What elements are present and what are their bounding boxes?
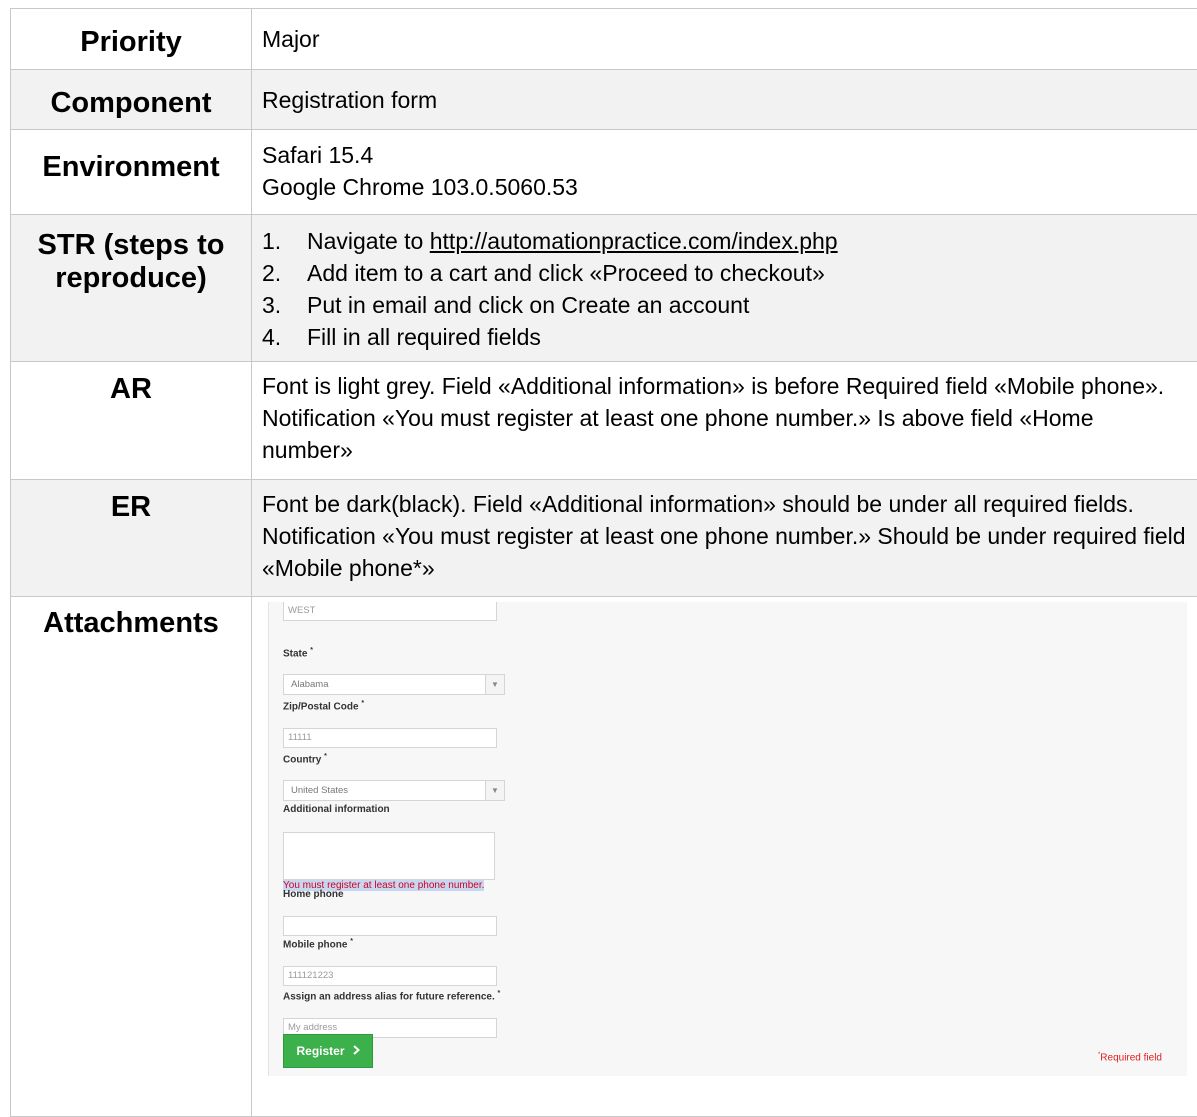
required-asterisk: * xyxy=(310,647,313,654)
component-label-cell: Component xyxy=(11,70,252,130)
step-item: 3.Put in email and click on Create an ac… xyxy=(262,289,1197,321)
alias-group: Assign an address alias for future refer… xyxy=(283,978,500,1038)
register-label: Register xyxy=(296,1035,344,1067)
component-value: Registration form xyxy=(262,70,1197,116)
required-asterisk: * xyxy=(498,990,501,997)
step-number: 1. xyxy=(262,225,307,257)
ar-label-cell: AR xyxy=(11,362,252,480)
alias-label-text: Assign an address alias for future refer… xyxy=(283,991,495,1002)
ar-value: Font is light grey. Field «Additional in… xyxy=(262,362,1197,466)
register-button[interactable]: Register xyxy=(283,1034,373,1068)
attachments-value-cell: WEST State * Alabama ▼ Zip/Postal Code *… xyxy=(252,597,1197,1117)
attachment-screenshot[interactable]: WEST State * Alabama ▼ Zip/Postal Code *… xyxy=(268,602,1187,1076)
step-text: Add item to a cart and click «Proceed to… xyxy=(307,257,825,289)
required-asterisk: * xyxy=(350,938,353,945)
environment-line: Safari 15.4 xyxy=(262,139,1197,171)
state-label: State * xyxy=(283,635,505,670)
site-link[interactable]: http://automationpractice.com/index.php xyxy=(430,228,838,254)
str-label: STR (steps to reproduce) xyxy=(11,215,251,295)
step-item: 1.Navigate to http://automationpractice.… xyxy=(262,225,1197,257)
alias-label: Assign an address alias for future refer… xyxy=(283,978,500,1013)
step-text: Fill in all required fields xyxy=(307,321,541,353)
str-value-cell: 1.Navigate to http://automationpractice.… xyxy=(252,215,1197,362)
er-value: Font be dark(black). Field «Additional i… xyxy=(262,480,1197,584)
zip-label: Zip/Postal Code * xyxy=(283,688,497,723)
environment-label: Environment xyxy=(11,130,251,184)
city-input[interactable]: WEST xyxy=(283,602,497,621)
required-asterisk: * xyxy=(361,700,364,707)
required-asterisk: * xyxy=(324,753,327,760)
attachments-label: Attachments xyxy=(11,597,251,640)
priority-value: Major xyxy=(262,9,1197,55)
ar-label: AR xyxy=(11,362,251,406)
mobile-phone-label-text: Mobile phone xyxy=(283,939,347,950)
zip-field-group: Zip/Postal Code * 11111 xyxy=(283,688,497,748)
step-item: 4.Fill in all required fields xyxy=(262,321,1197,353)
step-item: 2.Add item to a cart and click «Proceed … xyxy=(262,257,1197,289)
steps-list: 1.Navigate to http://automationpractice.… xyxy=(262,215,1197,353)
ar-value-cell: Font is light grey. Field «Additional in… xyxy=(252,362,1197,480)
priority-label-cell: Priority xyxy=(11,9,252,70)
country-field-group: Country * United States ▼ xyxy=(283,741,505,801)
state-label-text: State xyxy=(283,648,307,659)
country-label: Country * xyxy=(283,741,505,776)
country-label-text: Country xyxy=(283,754,321,765)
step-number: 4. xyxy=(262,321,307,353)
mobile-phone-label: Mobile phone * xyxy=(283,926,497,961)
environment-line: Google Chrome 103.0.5060.53 xyxy=(262,171,1197,203)
component-value-cell: Registration form xyxy=(252,70,1197,130)
chevron-right-icon xyxy=(353,1035,360,1067)
priority-label: Priority xyxy=(11,9,251,59)
step-number: 2. xyxy=(262,257,307,289)
required-note-text: Required field xyxy=(1100,1052,1162,1063)
bug-report-table: Priority Major Component Registration fo… xyxy=(10,8,1197,1117)
zip-label-text: Zip/Postal Code xyxy=(283,701,359,712)
environment-value-cell: Safari 15.4 Google Chrome 103.0.5060.53 xyxy=(252,130,1197,215)
home-phone-label: Home phone xyxy=(283,879,497,911)
environment-label-cell: Environment xyxy=(11,130,252,215)
str-label-cell: STR (steps to reproduce) xyxy=(11,215,252,362)
additional-label: Additional information xyxy=(283,794,495,826)
city-field-group: WEST xyxy=(283,602,497,621)
attachments-label-cell: Attachments xyxy=(11,597,252,1117)
step-number: 3. xyxy=(262,289,307,321)
state-field-group: State * Alabama ▼ xyxy=(283,635,505,695)
step-text: Put in email and click on Create an acco… xyxy=(307,289,749,321)
step-text: Navigate to xyxy=(307,228,430,254)
er-label: ER xyxy=(11,480,251,524)
required-field-note: *Required field xyxy=(1098,1039,1162,1074)
er-value-cell: Font be dark(black). Field «Additional i… xyxy=(252,480,1197,597)
er-label-cell: ER xyxy=(11,480,252,597)
component-label: Component xyxy=(11,70,251,120)
priority-value-cell: Major xyxy=(252,9,1197,70)
